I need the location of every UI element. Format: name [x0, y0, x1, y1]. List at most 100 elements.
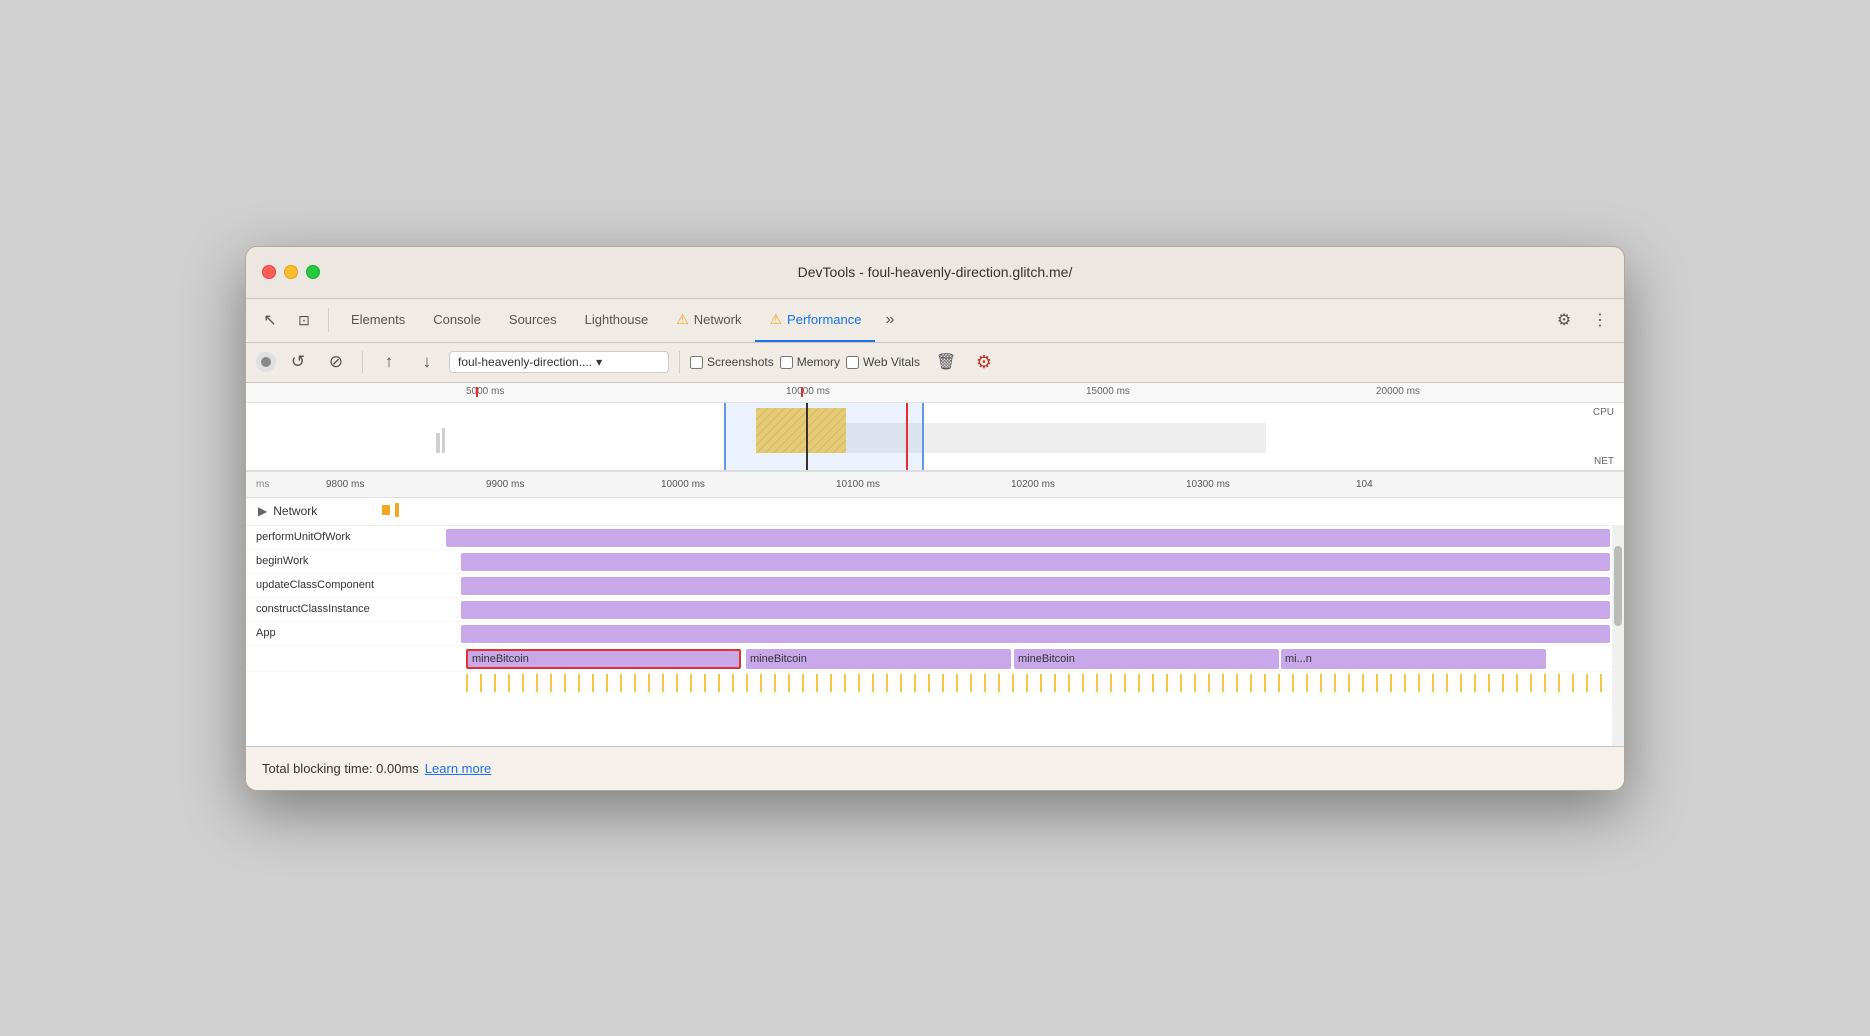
flame-bar-app[interactable] — [461, 625, 1610, 643]
reload-icon: ↺ — [291, 352, 305, 372]
minebitcoin-third-label: mineBitcoin — [1018, 653, 1075, 665]
tab-lighthouse-label: Lighthouse — [585, 312, 649, 327]
red-settings-icon: ⚙ — [976, 352, 992, 373]
stop-button[interactable]: ⊘ — [320, 346, 352, 378]
reload-and-record-button[interactable]: ↺ — [282, 346, 314, 378]
web-vitals-checkbox[interactable] — [846, 356, 859, 369]
flame-bar-performunitofwork[interactable] — [446, 529, 1610, 547]
tab-network-label: Network — [694, 312, 742, 327]
flame-label-constructclassinstance: constructClassInstance — [256, 603, 370, 615]
tab-sources[interactable]: Sources — [495, 298, 571, 342]
network-warning-icon: ⚠ — [676, 311, 689, 328]
flame-label-beginwork: beginWork — [256, 555, 308, 567]
layers-icon: ⊡ — [298, 312, 310, 329]
upload-profile-button[interactable]: ↑ — [373, 346, 405, 378]
record-button[interactable] — [256, 352, 276, 372]
performance-settings-button[interactable]: ⚙ — [968, 346, 1000, 378]
flame-bar-updateclasscomponent[interactable] — [461, 577, 1610, 595]
cursor-icon: ↖ — [263, 310, 276, 330]
tab-sources-label: Sources — [509, 312, 557, 327]
web-vitals-label: Web Vitals — [863, 355, 920, 369]
flamechart-ruler: ms 9800 ms 9900 ms 10000 ms 10100 ms 102… — [246, 472, 1624, 498]
net-bar-1 — [382, 505, 390, 515]
tab-lighthouse[interactable]: Lighthouse — [571, 298, 663, 342]
url-text: foul-heavenly-direction.... — [458, 355, 592, 369]
maximize-button[interactable] — [306, 265, 320, 279]
learn-more-link[interactable]: Learn more — [425, 761, 491, 776]
ruler-10000: 10000 ms — [661, 479, 705, 490]
flame-row-beginwork: beginWork — [246, 550, 1624, 574]
ruler-9800: 9800 ms — [326, 479, 364, 490]
flame-bar-constructclassinstance[interactable] — [461, 601, 1610, 619]
ruler-20000: 20000 ms — [1376, 386, 1420, 397]
tab-network[interactable]: ⚠ Network — [662, 298, 755, 342]
flame-label-performunitofwork: performUnitOfWork — [256, 531, 351, 543]
flame-bar-minebitcoin-fourth[interactable]: mi...n — [1281, 649, 1546, 669]
dropdown-icon: ▾ — [596, 355, 602, 369]
total-blocking-time: Total blocking time: 0.00ms — [262, 761, 419, 776]
performance-warning-icon: ⚠ — [769, 311, 782, 328]
trash-button[interactable]: 🗑 — [930, 346, 962, 378]
flamechart-area: performUnitOfWork beginWork updateClassC… — [246, 526, 1624, 746]
tab-console-label: Console — [433, 312, 481, 327]
ruler-5000: 5000 ms — [466, 386, 504, 397]
flame-row-constructclassinstance: constructClassInstance — [246, 598, 1624, 622]
toolbar-right: ⚙ ⋮ — [1548, 304, 1616, 336]
cursor-tool-button[interactable]: ↖ — [254, 304, 286, 336]
settings-icon: ⚙ — [1557, 310, 1571, 330]
devtools-window: DevTools - foul-heavenly-direction.glitc… — [245, 246, 1625, 791]
minebitcoin-first-label: mineBitcoin — [472, 653, 529, 665]
flame-row-app: App — [246, 622, 1624, 646]
upload-icon: ↑ — [385, 352, 394, 372]
ruler-10300: 10300 ms — [1186, 479, 1230, 490]
window-title: DevTools - foul-heavenly-direction.glitc… — [798, 264, 1073, 280]
url-selector[interactable]: foul-heavenly-direction.... ▾ — [449, 351, 669, 373]
tab-performance[interactable]: ⚠ Performance — [755, 298, 875, 342]
net-label: NET — [1594, 456, 1614, 467]
more-options-button[interactable]: ⋮ — [1584, 304, 1616, 336]
close-button[interactable] — [262, 265, 276, 279]
ruler-15000: 15000 ms — [1086, 386, 1130, 397]
net-bar-2 — [395, 503, 399, 517]
ruler-10200: 10200 ms — [1011, 479, 1055, 490]
rec-divider-2 — [679, 351, 680, 373]
divider-1 — [328, 308, 329, 332]
tab-elements[interactable]: Elements — [337, 298, 419, 342]
ruler-10000: 10000 ms — [786, 386, 830, 397]
screenshots-label: Screenshots — [707, 355, 774, 369]
tab-overflow-button[interactable]: » — [877, 311, 902, 329]
network-expand-icon: ▶ — [258, 504, 267, 518]
rec-divider-1 — [362, 351, 363, 373]
minebitcoin-fourth-label: mi...n — [1285, 653, 1312, 665]
tab-list: Elements Console Sources Lighthouse ⚠ Ne… — [337, 298, 875, 342]
minimize-button[interactable] — [284, 265, 298, 279]
tick-marks — [466, 674, 1610, 692]
tab-bar: ↖ ⊡ Elements Console Sources Lighthouse … — [246, 299, 1624, 343]
settings-button[interactable]: ⚙ — [1548, 304, 1580, 336]
download-profile-button[interactable]: ↓ — [411, 346, 443, 378]
flame-label-app: App — [256, 627, 276, 639]
tab-elements-label: Elements — [351, 312, 405, 327]
memory-checkbox[interactable] — [780, 356, 793, 369]
flame-row-updateclasscomponent: updateClassComponent — [246, 574, 1624, 598]
flame-bar-beginwork[interactable] — [461, 553, 1610, 571]
device-toolbar-button[interactable]: ⊡ — [288, 304, 320, 336]
screenshots-checkbox[interactable] — [690, 356, 703, 369]
ruler-9900: 9900 ms — [486, 479, 524, 490]
download-icon: ↓ — [423, 352, 432, 372]
flame-bar-minebitcoin-second[interactable]: mineBitcoin — [746, 649, 1011, 669]
ruler-10100: 10100 ms — [836, 479, 880, 490]
scrollbar-thumb[interactable] — [1614, 546, 1622, 626]
tab-console[interactable]: Console — [419, 298, 495, 342]
empty-space — [246, 696, 1624, 746]
screenshots-checkbox-group: Screenshots — [690, 355, 774, 369]
network-section-row[interactable]: ▶ Network — [246, 498, 1624, 526]
flame-bar-minebitcoin-first[interactable]: mineBitcoin — [466, 649, 741, 669]
web-vitals-checkbox-group: Web Vitals — [846, 355, 920, 369]
flame-bar-minebitcoin-third[interactable]: mineBitcoin — [1014, 649, 1279, 669]
flame-row-minebitcoin: mineBitcoin mineBitcoin mineBitcoin mi..… — [246, 646, 1624, 672]
scrollbar-track[interactable] — [1612, 526, 1624, 746]
title-bar: DevTools - foul-heavenly-direction.glitc… — [246, 247, 1624, 299]
stop-icon: ⊘ — [329, 352, 343, 372]
overflow-icon: » — [885, 311, 894, 329]
